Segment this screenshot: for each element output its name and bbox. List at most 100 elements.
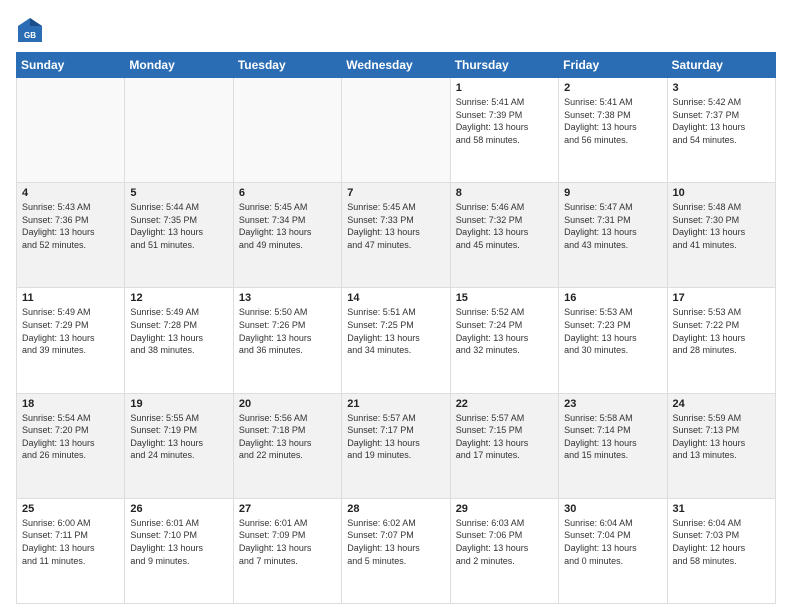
day-number: 20 (239, 398, 336, 410)
day-info: Sunrise: 5:49 AM Sunset: 7:29 PM Dayligh… (22, 306, 119, 356)
day-number: 16 (564, 292, 661, 304)
day-number: 30 (564, 503, 661, 515)
day-info: Sunrise: 6:01 AM Sunset: 7:10 PM Dayligh… (130, 517, 227, 567)
day-number: 17 (673, 292, 770, 304)
table-cell: 22 Sunrise: 5:57 AM Sunset: 7:15 PM Dayli… (450, 393, 558, 498)
day-info: Sunrise: 5:49 AM Sunset: 7:28 PM Dayligh… (130, 306, 227, 356)
day-number: 13 (239, 292, 336, 304)
calendar-table: Sunday Monday Tuesday Wednesday Thursday… (16, 52, 776, 604)
day-info: Sunrise: 5:43 AM Sunset: 7:36 PM Dayligh… (22, 201, 119, 251)
day-number: 15 (456, 292, 553, 304)
calendar-week-3: 11 Sunrise: 5:49 AM Sunset: 7:29 PM Dayli… (17, 288, 776, 393)
day-number: 22 (456, 398, 553, 410)
day-number: 9 (564, 187, 661, 199)
table-cell (125, 78, 233, 183)
day-number: 29 (456, 503, 553, 515)
day-info: Sunrise: 5:44 AM Sunset: 7:35 PM Dayligh… (130, 201, 227, 251)
col-wednesday: Wednesday (342, 53, 450, 78)
table-cell: 30 Sunrise: 6:04 AM Sunset: 7:04 PM Dayli… (559, 498, 667, 603)
table-cell: 8 Sunrise: 5:46 AM Sunset: 7:32 PM Daylig… (450, 183, 558, 288)
day-info: Sunrise: 5:48 AM Sunset: 7:30 PM Dayligh… (673, 201, 770, 251)
day-number: 25 (22, 503, 119, 515)
table-cell: 1Sunrise: 5:41 AM Sunset: 7:39 PM Daylig… (450, 78, 558, 183)
day-info: Sunrise: 6:03 AM Sunset: 7:06 PM Dayligh… (456, 517, 553, 567)
table-cell: 29 Sunrise: 6:03 AM Sunset: 7:06 PM Dayli… (450, 498, 558, 603)
calendar-week-2: 4Sunrise: 5:43 AM Sunset: 7:36 PM Daylig… (17, 183, 776, 288)
day-number: 23 (564, 398, 661, 410)
table-cell: 23Sunrise: 5:58 AM Sunset: 7:14 PM Dayli… (559, 393, 667, 498)
day-number: 8 (456, 187, 553, 199)
table-cell: 18 Sunrise: 5:54 AM Sunset: 7:20 PM Dayli… (17, 393, 125, 498)
col-thursday: Thursday (450, 53, 558, 78)
day-number: 2 (564, 82, 661, 94)
day-info: Sunrise: 5:42 AM Sunset: 7:37 PM Dayligh… (673, 96, 770, 146)
table-cell: 20 Sunrise: 5:56 AM Sunset: 7:18 PM Dayli… (233, 393, 341, 498)
day-info: Sunrise: 5:51 AM Sunset: 7:25 PM Dayligh… (347, 306, 444, 356)
table-cell: 5 Sunrise: 5:44 AM Sunset: 7:35 PM Daylig… (125, 183, 233, 288)
table-cell: 6 Sunrise: 5:45 AM Sunset: 7:34 PM Daylig… (233, 183, 341, 288)
day-number: 6 (239, 187, 336, 199)
day-number: 28 (347, 503, 444, 515)
table-cell: 16 Sunrise: 5:53 AM Sunset: 7:23 PM Dayli… (559, 288, 667, 393)
day-number: 18 (22, 398, 119, 410)
day-number: 12 (130, 292, 227, 304)
table-cell: 26 Sunrise: 6:01 AM Sunset: 7:10 PM Dayli… (125, 498, 233, 603)
day-number: 26 (130, 503, 227, 515)
day-number: 7 (347, 187, 444, 199)
table-cell: 9 Sunrise: 5:47 AM Sunset: 7:31 PM Daylig… (559, 183, 667, 288)
day-info: Sunrise: 5:56 AM Sunset: 7:18 PM Dayligh… (239, 412, 336, 462)
table-cell: 13Sunrise: 5:50 AM Sunset: 7:26 PM Dayli… (233, 288, 341, 393)
table-cell: 11 Sunrise: 5:49 AM Sunset: 7:29 PM Dayli… (17, 288, 125, 393)
table-cell: 3 Sunrise: 5:42 AM Sunset: 7:37 PM Daylig… (667, 78, 775, 183)
day-info: Sunrise: 6:04 AM Sunset: 7:04 PM Dayligh… (564, 517, 661, 567)
table-cell: 24Sunrise: 5:59 AM Sunset: 7:13 PM Dayli… (667, 393, 775, 498)
col-tuesday: Tuesday (233, 53, 341, 78)
day-info: Sunrise: 5:45 AM Sunset: 7:34 PM Dayligh… (239, 201, 336, 251)
table-cell: 21 Sunrise: 5:57 AM Sunset: 7:17 PM Dayli… (342, 393, 450, 498)
col-friday: Friday (559, 53, 667, 78)
day-number: 5 (130, 187, 227, 199)
table-cell: 27Sunrise: 6:01 AM Sunset: 7:09 PM Dayli… (233, 498, 341, 603)
day-info: Sunrise: 5:53 AM Sunset: 7:23 PM Dayligh… (564, 306, 661, 356)
day-info: Sunrise: 5:53 AM Sunset: 7:22 PM Dayligh… (673, 306, 770, 356)
table-cell: 19Sunrise: 5:55 AM Sunset: 7:19 PM Dayli… (125, 393, 233, 498)
day-info: Sunrise: 6:02 AM Sunset: 7:07 PM Dayligh… (347, 517, 444, 567)
table-cell: 7 Sunrise: 5:45 AM Sunset: 7:33 PM Daylig… (342, 183, 450, 288)
table-cell (17, 78, 125, 183)
logo: GB (16, 16, 48, 44)
day-number: 10 (673, 187, 770, 199)
calendar-week-4: 18 Sunrise: 5:54 AM Sunset: 7:20 PM Dayli… (17, 393, 776, 498)
day-number: 21 (347, 398, 444, 410)
logo-icon: GB (16, 16, 44, 44)
day-info: Sunrise: 5:59 AM Sunset: 7:13 PM Dayligh… (673, 412, 770, 462)
table-cell (342, 78, 450, 183)
day-info: Sunrise: 6:04 AM Sunset: 7:03 PM Dayligh… (673, 517, 770, 567)
day-info: Sunrise: 5:52 AM Sunset: 7:24 PM Dayligh… (456, 306, 553, 356)
day-info: Sunrise: 5:46 AM Sunset: 7:32 PM Dayligh… (456, 201, 553, 251)
day-info: Sunrise: 5:54 AM Sunset: 7:20 PM Dayligh… (22, 412, 119, 462)
table-cell: 10 Sunrise: 5:48 AM Sunset: 7:30 PM Dayli… (667, 183, 775, 288)
col-saturday: Saturday (667, 53, 775, 78)
day-info: Sunrise: 5:57 AM Sunset: 7:17 PM Dayligh… (347, 412, 444, 462)
table-cell: 25Sunrise: 6:00 AM Sunset: 7:11 PM Dayli… (17, 498, 125, 603)
svg-text:GB: GB (24, 31, 36, 40)
day-info: Sunrise: 5:45 AM Sunset: 7:33 PM Dayligh… (347, 201, 444, 251)
day-number: 11 (22, 292, 119, 304)
table-cell: 31Sunrise: 6:04 AM Sunset: 7:03 PM Dayli… (667, 498, 775, 603)
table-cell: 14Sunrise: 5:51 AM Sunset: 7:25 PM Dayli… (342, 288, 450, 393)
table-cell (233, 78, 341, 183)
table-cell: 2Sunrise: 5:41 AM Sunset: 7:38 PM Daylig… (559, 78, 667, 183)
day-info: Sunrise: 5:47 AM Sunset: 7:31 PM Dayligh… (564, 201, 661, 251)
day-info: Sunrise: 5:57 AM Sunset: 7:15 PM Dayligh… (456, 412, 553, 462)
day-number: 3 (673, 82, 770, 94)
calendar-week-5: 25Sunrise: 6:00 AM Sunset: 7:11 PM Dayli… (17, 498, 776, 603)
table-cell: 4Sunrise: 5:43 AM Sunset: 7:36 PM Daylig… (17, 183, 125, 288)
table-cell: 28 Sunrise: 6:02 AM Sunset: 7:07 PM Dayli… (342, 498, 450, 603)
day-number: 27 (239, 503, 336, 515)
calendar-week-1: 1Sunrise: 5:41 AM Sunset: 7:39 PM Daylig… (17, 78, 776, 183)
table-cell: 17 Sunrise: 5:53 AM Sunset: 7:22 PM Dayli… (667, 288, 775, 393)
table-cell: 12 Sunrise: 5:49 AM Sunset: 7:28 PM Dayli… (125, 288, 233, 393)
col-monday: Monday (125, 53, 233, 78)
day-number: 19 (130, 398, 227, 410)
col-sunday: Sunday (17, 53, 125, 78)
